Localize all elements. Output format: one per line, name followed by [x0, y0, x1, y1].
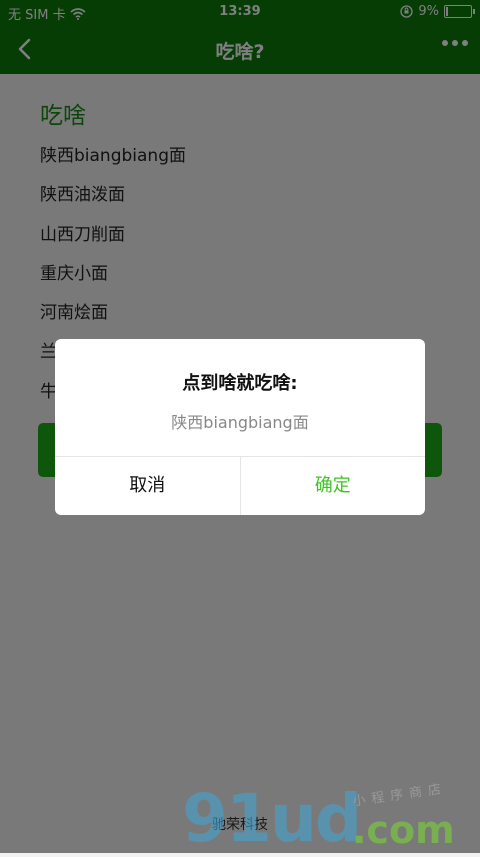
result-dialog: 点到啥就吃啥: 陕西biangbiang面 取消 确定 — [55, 339, 425, 515]
watermark-main: 91ud — [182, 780, 362, 857]
confirm-button[interactable]: 确定 — [241, 457, 426, 515]
dialog-content: 陕西biangbiang面 — [171, 413, 309, 432]
dialog-title: 点到啥就吃啥: — [182, 373, 298, 394]
watermark-domain: .com — [352, 808, 455, 852]
watermark: 91ud 小程序商店 .com — [182, 780, 455, 857]
dialog-actions: 取消 确定 — [55, 456, 425, 515]
cancel-button[interactable]: 取消 — [55, 457, 241, 515]
